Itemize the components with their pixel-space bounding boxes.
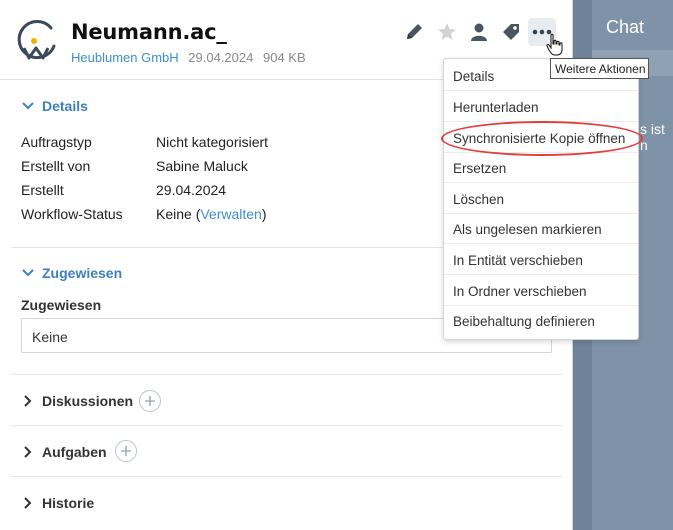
detail-value: Sabine Maluck bbox=[156, 158, 248, 174]
person-icon bbox=[471, 23, 487, 41]
chevron-down-icon bbox=[22, 102, 34, 110]
menu-item-replace[interactable]: Ersetzen bbox=[453, 161, 506, 176]
details-section-title: Details bbox=[42, 98, 88, 114]
assigned-field-label: Zugewiesen bbox=[21, 297, 102, 313]
discussions-section-toggle[interactable]: Diskussionen bbox=[21, 393, 133, 409]
workflow-status-value: Keine (Verwalten) bbox=[156, 206, 267, 222]
tasks-section-toggle[interactable]: Aufgaben bbox=[21, 444, 107, 460]
menu-separator bbox=[444, 243, 638, 244]
section-divider bbox=[11, 476, 562, 477]
detail-label: Workflow-Status bbox=[21, 206, 123, 222]
assigned-section-toggle[interactable]: Zugewiesen bbox=[21, 265, 122, 281]
history-section-title: Historie bbox=[42, 495, 95, 511]
company-link[interactable]: Heublumen GmbH bbox=[71, 50, 179, 65]
plus-icon bbox=[145, 396, 155, 406]
detail-label: Auftragstyp bbox=[21, 134, 92, 150]
workflow-status-suffix: ) bbox=[261, 206, 267, 222]
menu-separator bbox=[444, 182, 638, 183]
menu-separator bbox=[444, 274, 638, 275]
favorite-button[interactable] bbox=[433, 18, 461, 46]
chevron-down-icon bbox=[22, 269, 34, 277]
tasks-section-title: Aufgaben bbox=[42, 444, 107, 460]
menu-item-mark-unread[interactable]: Als ungelesen markieren bbox=[453, 222, 602, 237]
app-logo-icon bbox=[17, 20, 56, 60]
menu-item-delete[interactable]: Löschen bbox=[453, 192, 504, 207]
menu-separator bbox=[444, 305, 638, 306]
hand-cursor-icon bbox=[546, 33, 563, 56]
menu-item-details[interactable]: Details bbox=[453, 69, 494, 84]
tag-icon bbox=[503, 24, 519, 40]
detail-label: Erstellt von bbox=[21, 158, 91, 174]
history-section-toggle[interactable]: Historie bbox=[21, 495, 94, 511]
detail-value: Nicht kategorisiert bbox=[156, 134, 269, 150]
chevron-right-icon bbox=[24, 446, 32, 458]
edit-button[interactable] bbox=[400, 18, 428, 46]
workflow-status-text: Keine ( bbox=[156, 206, 201, 222]
section-divider bbox=[11, 425, 562, 426]
highlight-ring bbox=[441, 121, 643, 156]
manage-workflow-link[interactable]: Verwalten bbox=[200, 206, 261, 222]
section-divider bbox=[11, 374, 562, 375]
document-meta: Heublumen GmbH 29.04.2024 904 KB bbox=[71, 50, 312, 65]
document-date: 29.04.2024 bbox=[188, 50, 254, 65]
menu-separator bbox=[444, 213, 638, 214]
menu-separator bbox=[444, 90, 638, 91]
assigned-section-title: Zugewiesen bbox=[42, 265, 123, 281]
menu-item-define-retention[interactable]: Beibehaltung definieren bbox=[453, 314, 595, 329]
star-icon bbox=[438, 23, 456, 40]
add-discussion-button[interactable] bbox=[139, 390, 161, 412]
details-section-toggle[interactable]: Details bbox=[21, 98, 88, 114]
document-size: 904 KB bbox=[262, 50, 306, 65]
menu-item-move-to-folder[interactable]: In Ordner verschieben bbox=[453, 284, 587, 299]
tag-button[interactable] bbox=[497, 18, 525, 46]
detail-value: 29.04.2024 bbox=[156, 182, 227, 198]
more-actions-menu: Details Herunterladen Synchronisierte Ko… bbox=[443, 58, 639, 340]
menu-item-move-to-entity[interactable]: In Entität verschieben bbox=[453, 253, 583, 268]
more-actions-tooltip: Weitere Aktionen bbox=[550, 58, 649, 79]
plus-icon bbox=[121, 446, 131, 456]
chat-message-snippet: s ist n bbox=[640, 121, 665, 153]
chat-title[interactable]: Chat bbox=[606, 17, 644, 38]
assign-user-button[interactable] bbox=[465, 18, 493, 46]
menu-item-download[interactable]: Herunterladen bbox=[453, 100, 539, 115]
chevron-right-icon bbox=[24, 395, 32, 407]
chevron-right-icon bbox=[24, 497, 32, 509]
discussions-section-title: Diskussionen bbox=[42, 393, 134, 409]
add-task-button[interactable] bbox=[115, 440, 137, 462]
detail-label: Erstellt bbox=[21, 182, 64, 198]
document-title: Neumann.ac_ bbox=[71, 20, 227, 44]
pencil-icon bbox=[407, 24, 422, 39]
